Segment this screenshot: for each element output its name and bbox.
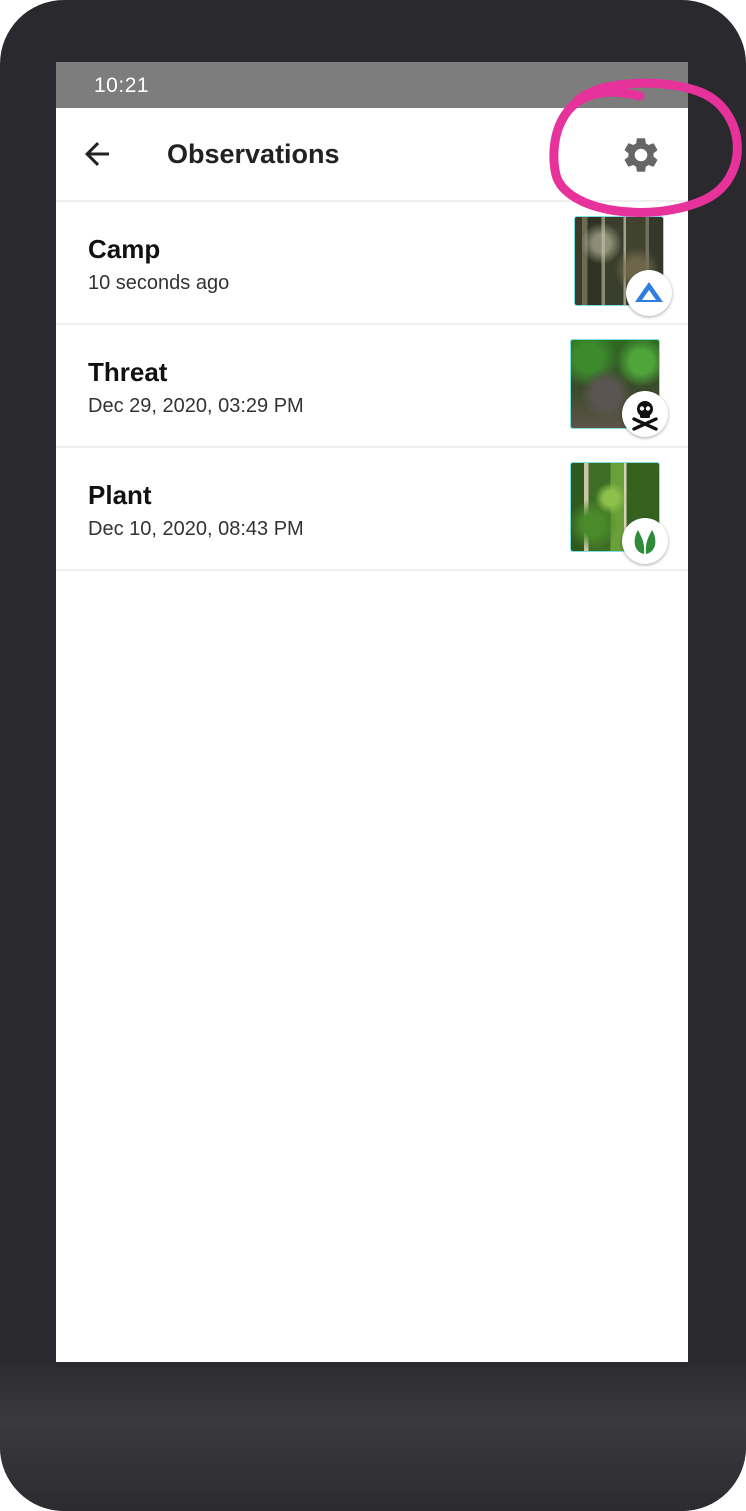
category-badge xyxy=(622,518,668,564)
status-bar: 10:21 xyxy=(56,62,688,108)
observation-list: Camp 10 seconds ago Threat Dec 29, 2020,… xyxy=(56,202,688,571)
leaf-icon xyxy=(634,530,656,554)
settings-button[interactable] xyxy=(616,130,666,180)
back-button[interactable] xyxy=(74,131,120,177)
observation-title: Threat xyxy=(88,357,168,387)
camp-tent-icon xyxy=(635,282,663,302)
page-title: Observations xyxy=(167,139,340,169)
category-badge xyxy=(626,270,672,316)
device-chin xyxy=(0,1362,746,1511)
observation-date: Dec 10, 2020, 08:43 PM xyxy=(88,518,304,540)
list-item[interactable]: Threat Dec 29, 2020, 03:29 PM xyxy=(56,325,688,448)
device-frame: 10:21 Observations Camp 10 seconds ago T… xyxy=(0,0,746,1511)
observation-title: Camp xyxy=(88,234,161,264)
observation-date: Dec 29, 2020, 03:29 PM xyxy=(88,395,304,417)
phone-screen: 10:21 Observations Camp 10 seconds ago T… xyxy=(56,62,688,1362)
list-item[interactable]: Plant Dec 10, 2020, 08:43 PM xyxy=(56,448,688,571)
list-item[interactable]: Camp 10 seconds ago xyxy=(56,202,688,325)
status-time: 10:21 xyxy=(94,74,150,97)
skull-crossbones-icon xyxy=(632,401,658,431)
category-badge xyxy=(622,391,668,437)
app-bar: Observations xyxy=(56,108,688,202)
observation-title: Plant xyxy=(88,480,152,510)
observation-date: 10 seconds ago xyxy=(88,272,230,294)
gear-icon xyxy=(624,138,658,172)
arrow-left-icon xyxy=(85,142,109,166)
